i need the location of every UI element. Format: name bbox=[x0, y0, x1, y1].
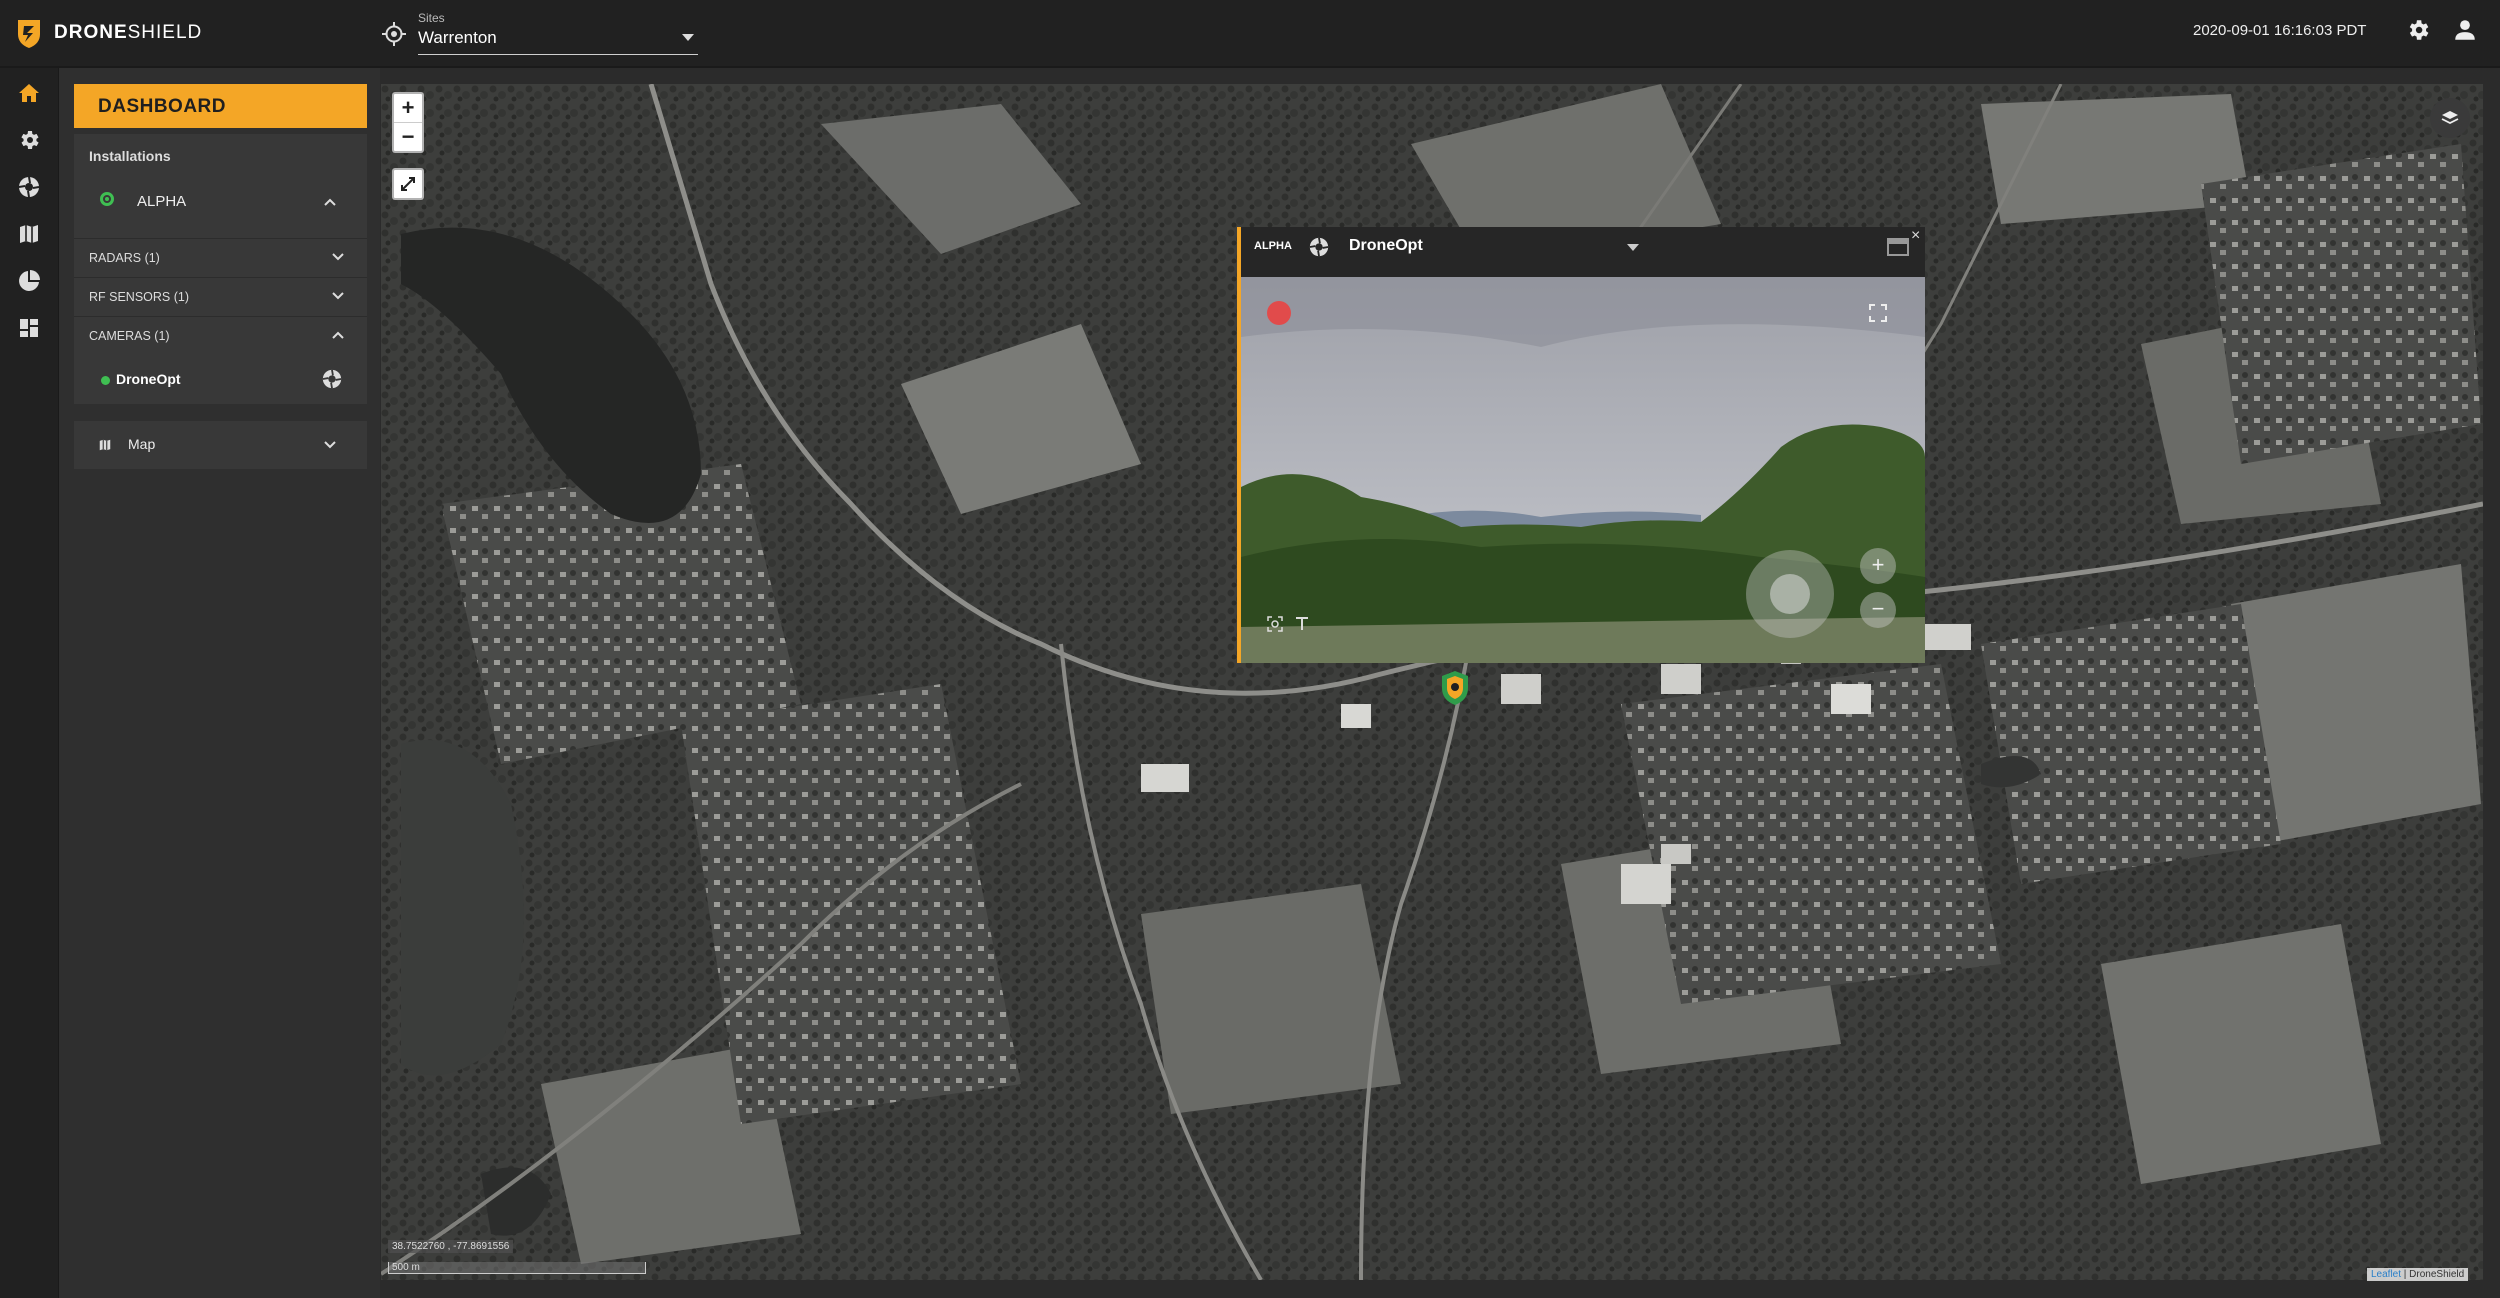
location-target-icon bbox=[382, 22, 406, 46]
layers-icon bbox=[2441, 111, 2459, 125]
section-rf-sensors[interactable]: RF SENSORS (1) bbox=[74, 277, 367, 316]
current-datetime: 2020-09-01 16:16:03 PDT bbox=[2193, 22, 2367, 39]
section-cameras-label: CAMERAS (1) bbox=[89, 329, 170, 343]
chevron-down-icon bbox=[332, 292, 344, 300]
installation-name: ALPHA bbox=[137, 193, 187, 210]
section-rf-sensors-label: RF SENSORS (1) bbox=[89, 290, 190, 304]
camera-window-installation: ALPHA bbox=[1254, 240, 1292, 252]
settings-gear-icon[interactable] bbox=[2405, 17, 2431, 43]
chevron-up-icon[interactable] bbox=[324, 196, 336, 208]
camera-item-name: DroneOpt bbox=[116, 371, 181, 387]
camera-window-name: DroneOpt bbox=[1349, 237, 1423, 254]
aperture-icon bbox=[1309, 237, 1329, 257]
top-bar: DRONESHIELD Sites Warrenton 2020-09-01 1… bbox=[0, 0, 2500, 68]
map-attribution: Leaflet | DroneShield bbox=[2367, 1268, 2469, 1281]
section-cameras[interactable]: CAMERAS (1) bbox=[74, 316, 367, 355]
map-icon bbox=[99, 439, 111, 451]
record-button[interactable] bbox=[1267, 301, 1291, 325]
droneshield-logo-icon bbox=[18, 20, 40, 48]
chevron-down-icon bbox=[324, 441, 336, 449]
left-nav-rail bbox=[0, 68, 59, 1298]
text-overlay-icon[interactable] bbox=[1294, 616, 1310, 632]
chevron-up-icon bbox=[332, 331, 344, 339]
leaflet-link[interactable]: Leaflet bbox=[2371, 1269, 2401, 1280]
expand-arrows-icon bbox=[401, 177, 415, 191]
camera-zoom-in-button[interactable]: + bbox=[1860, 548, 1896, 584]
brand[interactable]: DRONESHIELD bbox=[16, 17, 202, 49]
dashboard-button[interactable]: DASHBOARD bbox=[74, 84, 367, 128]
map-section-label: Map bbox=[128, 436, 156, 452]
snapshot-icon[interactable] bbox=[1267, 616, 1283, 632]
close-window-button[interactable]: × bbox=[1911, 227, 1920, 245]
camera-select-dropdown[interactable] bbox=[1627, 244, 1639, 251]
zoom-out-button[interactable]: − bbox=[394, 123, 422, 151]
aperture-icon[interactable] bbox=[321, 368, 343, 390]
map-scale-bar: 500 m bbox=[388, 1262, 646, 1274]
dashboard-button-label: DASHBOARD bbox=[98, 96, 226, 117]
dock-window-icon[interactable] bbox=[1887, 238, 1909, 256]
site-select[interactable]: Warrenton bbox=[418, 28, 698, 55]
fullscreen-icon[interactable] bbox=[1869, 304, 1887, 322]
zoom-in-button[interactable]: + bbox=[394, 94, 422, 123]
map-section[interactable]: Map bbox=[74, 421, 367, 469]
map-fullscreen-button[interactable] bbox=[392, 168, 424, 200]
camera-window-header[interactable]: ALPHA DroneOpt × bbox=[1241, 227, 1925, 277]
section-radars-label: RADARS (1) bbox=[89, 251, 160, 265]
sites-label: Sites bbox=[418, 11, 445, 25]
installations-title: Installations bbox=[89, 148, 171, 164]
status-online-icon bbox=[100, 192, 114, 206]
dashboard-grid-icon[interactable] bbox=[17, 316, 41, 340]
ptz-joystick[interactable] bbox=[1746, 550, 1834, 638]
section-radars[interactable]: RADARS (1) bbox=[74, 238, 367, 277]
attribution-text: | DroneShield bbox=[2401, 1269, 2465, 1280]
brand-name: DRONESHIELD bbox=[54, 22, 203, 43]
map-layers-button[interactable] bbox=[2430, 98, 2470, 138]
camera-location-marker-icon[interactable] bbox=[1440, 670, 1470, 706]
map-coordinates: 38.7522760 , -77.8691556 bbox=[388, 1240, 514, 1253]
gear-icon[interactable] bbox=[17, 128, 41, 152]
map-icon[interactable] bbox=[17, 222, 41, 246]
aperture-icon[interactable] bbox=[17, 175, 41, 199]
chevron-down-icon bbox=[332, 253, 344, 261]
camera-item-droneopt[interactable]: DroneOpt bbox=[74, 358, 367, 402]
chevron-down-icon bbox=[682, 34, 694, 41]
pie-chart-icon[interactable] bbox=[17, 269, 41, 293]
installation-alpha[interactable]: ALPHA bbox=[74, 178, 367, 224]
home-icon[interactable] bbox=[17, 81, 41, 105]
status-online-icon bbox=[101, 376, 110, 385]
installations-card: Installations ALPHA RADARS (1) RF SENSOR… bbox=[74, 134, 367, 404]
map-zoom-control: + − bbox=[392, 92, 424, 153]
user-account-icon[interactable] bbox=[2452, 17, 2478, 43]
site-select-value: Warrenton bbox=[418, 28, 497, 47]
camera-zoom-out-button[interactable]: − bbox=[1860, 592, 1896, 628]
